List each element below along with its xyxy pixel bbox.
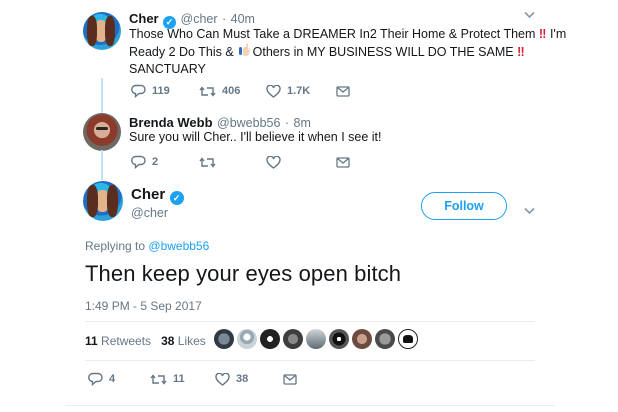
liker-avatar[interactable]	[352, 329, 372, 349]
tweet1-text-line2c: Others in MY BUSINESS WILL DO THE SAME	[252, 45, 514, 59]
dm-button[interactable]	[336, 156, 350, 168]
like-icon	[215, 372, 230, 386]
dm-icon	[336, 85, 350, 97]
tweet2-name[interactable]: Brenda Webb	[129, 115, 213, 130]
main-likes: 38	[236, 373, 249, 385]
retweet-icon	[150, 373, 167, 385]
double-exclamation-icon: ‼	[517, 45, 525, 59]
liker-avatar[interactable]	[398, 329, 418, 349]
reply-button[interactable]: 119	[131, 84, 199, 98]
dm-button[interactable]	[283, 373, 297, 385]
liker-avatar[interactable]	[237, 329, 257, 349]
liker-avatars	[214, 329, 421, 349]
avatar-cher[interactable]	[83, 12, 121, 50]
tweet1-text-line1: Those Who Can Must Take a DREAMER In2 Th…	[129, 27, 536, 41]
retweet-button[interactable]	[199, 156, 266, 169]
divider	[85, 321, 535, 322]
main-name[interactable]: Cher	[131, 186, 165, 203]
main-actions: 4 11 38	[88, 372, 297, 386]
replying-to-link[interactable]: @bwebb56	[148, 239, 209, 253]
tweet-timestamp[interactable]: 1:49 PM - 5 Sep 2017	[85, 299, 202, 313]
tweet2-actions: 2	[131, 155, 350, 169]
retweet-icon	[199, 156, 216, 168]
retweet-button[interactable]: 406	[199, 85, 266, 98]
main-handle[interactable]: @cher	[131, 206, 168, 220]
tweet1-time[interactable]: 40m	[231, 12, 255, 26]
tweet1-handle[interactable]: @cher	[181, 12, 218, 26]
retweets-stat[interactable]: 11 Retweets	[85, 334, 151, 348]
double-exclamation-icon: ‼	[538, 27, 547, 41]
reply-button[interactable]: 4	[88, 372, 150, 386]
tweet1-retweets: 406	[222, 85, 241, 97]
tweet1-replies: 119	[152, 85, 170, 97]
tweet2-time[interactable]: 8m	[294, 116, 311, 130]
verified-icon: ✓	[169, 191, 184, 205]
main-name-row: Cher ✓	[131, 186, 184, 205]
replying-to-label: Replying to	[85, 239, 146, 253]
tweet1-text-line3: SANCTUARY	[129, 62, 206, 76]
avatar-brenda[interactable]	[83, 113, 121, 151]
reply-icon	[88, 372, 103, 386]
main-tweet-text: Then keep your eyes open bitch	[85, 261, 402, 286]
dm-icon	[336, 156, 350, 168]
main-replies: 4	[109, 373, 116, 385]
tweet-stats: 11 Retweets 38 Likes	[85, 334, 206, 348]
dm-button[interactable]	[336, 85, 350, 97]
tweet2-text: Sure you will Cher.. I'll believe it whe…	[129, 130, 382, 144]
replying-to: Replying to @bwebb56	[85, 239, 209, 253]
tweet1-likes: 1.7K	[287, 85, 311, 97]
main-retweets: 11	[173, 373, 185, 385]
retweet-icon	[199, 85, 216, 97]
avatar-cher-main[interactable]	[83, 181, 123, 221]
like-icon	[266, 155, 281, 169]
tweet1-text-line2b: Ready 2 Do This &	[129, 45, 234, 59]
like-icon	[266, 84, 281, 98]
thread-line	[101, 150, 103, 180]
like-button[interactable]: 1.7K	[266, 84, 336, 98]
liker-avatar[interactable]	[329, 329, 349, 349]
tweet1-actions: 119 406 1.7K	[131, 84, 350, 98]
tweet1-text-line2a: I'm	[549, 27, 567, 41]
liker-avatar[interactable]	[306, 329, 326, 349]
liker-avatar[interactable]	[375, 329, 395, 349]
retweet-button[interactable]: 11	[150, 373, 215, 386]
dm-icon	[283, 373, 297, 385]
liker-avatar[interactable]	[260, 329, 280, 349]
like-button[interactable]	[266, 155, 336, 169]
like-button[interactable]: 38	[215, 372, 283, 386]
chevron-down-icon[interactable]	[524, 202, 535, 220]
tweet2-replies: 2	[152, 156, 159, 168]
liker-avatar[interactable]	[214, 329, 234, 349]
liker-avatar[interactable]	[283, 329, 303, 349]
chevron-down-icon[interactable]	[524, 10, 535, 22]
tweet1-name[interactable]: Cher	[129, 11, 159, 26]
follow-button[interactable]: Follow	[421, 192, 507, 220]
raised-hand-emoji-icon	[237, 43, 251, 56]
reply-icon	[131, 155, 146, 169]
divider	[85, 360, 535, 361]
divider	[65, 405, 555, 406]
reply-button[interactable]: 2	[131, 155, 199, 169]
tweet2-handle[interactable]: @bwebb56	[217, 116, 280, 130]
likes-stat[interactable]: 38 Likes	[161, 334, 206, 348]
tweet1-text: Those Who Can Must Take a DREAMER In2 Th…	[129, 26, 566, 78]
reply-icon	[131, 84, 146, 98]
thread-line	[101, 78, 103, 116]
